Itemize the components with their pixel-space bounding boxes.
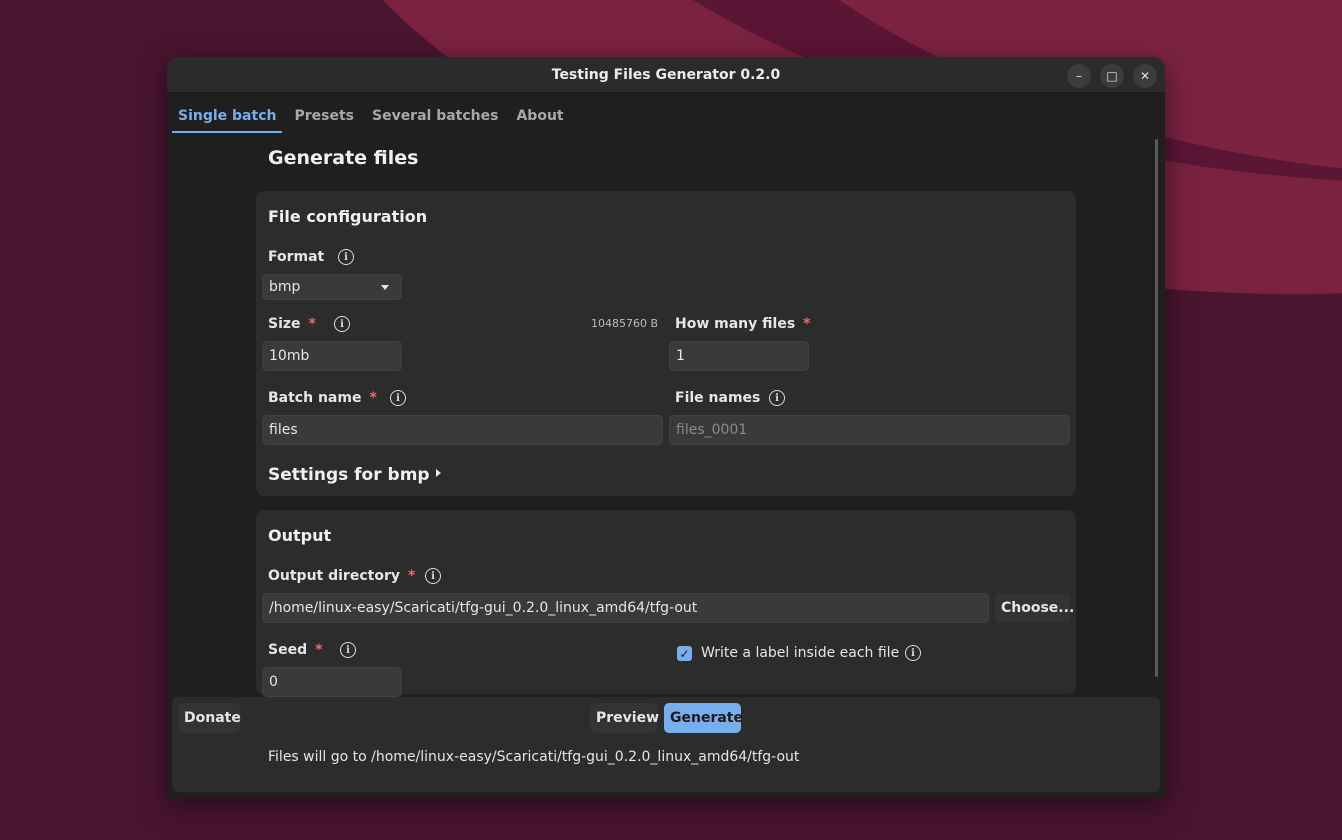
file-configuration-card: File configuration Format i bmp Size * i … [256, 191, 1076, 496]
required-marker: * [407, 568, 416, 584]
chevron-down-icon [381, 285, 389, 290]
batch-name-info-icon[interactable]: i [390, 390, 406, 406]
size-bytes-readout: 10485760 B [591, 317, 659, 330]
tab-several-batches[interactable]: Several batches [366, 97, 504, 133]
output-directory-info-icon[interactable]: i [425, 568, 441, 584]
tab-about[interactable]: About [510, 97, 569, 133]
output-directory-label: Output directory * [268, 568, 416, 584]
settings-expander[interactable]: Settings for bmp [268, 465, 430, 485]
required-marker: * [369, 390, 377, 406]
file-names-input[interactable]: files_0001 [669, 415, 1070, 445]
generate-button[interactable]: Generate [664, 703, 743, 733]
title-bar[interactable]: Testing Files Generator 0.2.0 – □ ✕ [167, 57, 1165, 93]
write-label-checkbox[interactable]: ✓ [677, 646, 692, 661]
seed-label: Seed * [268, 642, 323, 658]
size-label: Size * [268, 316, 316, 332]
preview-button[interactable]: Preview [590, 703, 659, 733]
size-input[interactable]: 10mb [262, 341, 402, 371]
format-label: Format [268, 249, 325, 265]
output-directory-input[interactable]: /home/linux-easy/Scaricati/tfg-gui_0.2.0… [262, 593, 989, 623]
maximize-button[interactable]: □ [1100, 64, 1124, 88]
seed-info-icon[interactable]: i [340, 642, 356, 658]
file-names-info-icon[interactable]: i [769, 390, 785, 406]
choose-directory-button[interactable]: Choose... [995, 593, 1074, 623]
file-names-label: File names [675, 390, 761, 406]
minimize-button[interactable]: – [1067, 64, 1091, 88]
size-info-icon[interactable]: i [334, 316, 350, 332]
page-title: Generate files [268, 147, 419, 169]
tab-single-batch[interactable]: Single batch [172, 97, 283, 133]
required-marker: * [315, 642, 323, 658]
write-label-info-icon[interactable]: i [905, 645, 921, 661]
how-many-files-label: How many files * [675, 316, 811, 332]
app-window: Testing Files Generator 0.2.0 – □ ✕ Sing… [167, 57, 1165, 798]
close-button[interactable]: ✕ [1133, 64, 1157, 88]
format-select[interactable]: bmp [262, 274, 402, 300]
format-info-icon[interactable]: i [338, 249, 354, 265]
window-controls: – □ ✕ [1067, 64, 1157, 88]
tab-bar: Single batch Presets Several batches Abo… [172, 97, 576, 133]
output-status-text: Files will go to /home/linux-easy/Scaric… [268, 749, 800, 765]
required-marker: * [803, 316, 811, 332]
seed-input[interactable]: 0 [262, 667, 402, 697]
donate-button[interactable]: Donate [178, 703, 241, 733]
batch-name-input[interactable]: files [262, 415, 663, 445]
how-many-files-input[interactable]: 1 [669, 341, 809, 371]
scrollbar[interactable] [1155, 139, 1158, 677]
window-title: Testing Files Generator 0.2.0 [551, 66, 781, 83]
write-label-text[interactable]: Write a label inside each file [701, 645, 899, 661]
output-card: Output Output directory * i /home/linux-e… [256, 510, 1076, 697]
required-marker: * [308, 316, 316, 332]
file-configuration-title: File configuration [268, 207, 428, 226]
output-title: Output [268, 526, 332, 545]
bottom-action-bar: Donate Preview Generate Files will go to… [172, 697, 1160, 792]
batch-name-label: Batch name * [268, 390, 377, 406]
chevron-right-icon[interactable] [436, 469, 441, 477]
tab-presets[interactable]: Presets [288, 97, 360, 133]
